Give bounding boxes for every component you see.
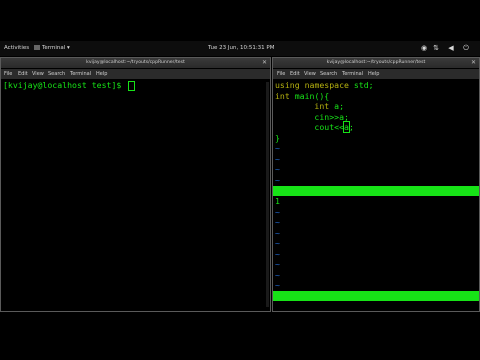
menu-bar: File Edit View Search Terminal Help — [273, 69, 479, 79]
close-icon[interactable]: ✕ — [262, 58, 267, 68]
close-icon[interactable]: ✕ — [471, 58, 476, 68]
code-line: cin>>a; — [275, 111, 349, 122]
top-bar: Activities Terminal ▾ Tue 23 Jun, 10:51:… — [0, 41, 480, 56]
activities-button[interactable]: Activities — [4, 45, 29, 51]
menu-file[interactable]: File — [4, 71, 12, 77]
keyword: using — [275, 80, 300, 90]
menu-view[interactable]: View — [32, 71, 44, 77]
window-titlebar[interactable]: kvijay@localhost:~/tryouts/cppRunner/tes… — [1, 58, 270, 68]
menu-search[interactable]: Search — [320, 71, 337, 77]
window-titlebar[interactable]: kvijay@localhost:~/tryouts/cppRunner/tes… — [273, 58, 479, 68]
code-line: using namespace std; — [275, 80, 374, 91]
window-title: kvijay@localhost:~/tryouts/cppRunner/tes… — [326, 60, 426, 65]
power-icon[interactable]: ⏻ — [462, 44, 470, 52]
prompt-line: [kvijay@localhost test]$ — [3, 80, 136, 91]
menu-search[interactable]: Search — [48, 71, 65, 77]
scrollbar[interactable] — [266, 82, 269, 307]
keyword: int — [275, 101, 330, 111]
empty-line-marker: ~ — [275, 174, 280, 185]
empty-line-marker: ~ — [275, 227, 280, 238]
terminal-app-icon — [34, 45, 40, 50]
menu-terminal[interactable]: Terminal — [342, 71, 363, 77]
network-icon[interactable]: ⇅ — [432, 44, 440, 52]
app-menu-label: Terminal — [42, 45, 66, 51]
empty-line-marker: ~ — [275, 238, 280, 248]
menu-bar: File Edit View Search Terminal Help — [1, 69, 270, 79]
status-filename: temp.cpp — [275, 196, 314, 205]
vim-status-line-top: temp.cpp 6,8-15 Bot — [273, 186, 479, 225]
code-line: int a; — [275, 101, 344, 112]
menu-edit[interactable]: Edit — [18, 71, 28, 77]
status-position: 1,1 — [380, 311, 395, 320]
window-title: kvijay@localhost:~/tryouts/cppRunner/tes… — [86, 60, 185, 65]
code-line: 1 — [275, 196, 280, 206]
right-terminal-window[interactable]: kvijay@localhost:~/tryouts/cppRunner/tes… — [272, 57, 480, 330]
code-text: cout<< — [275, 122, 345, 132]
clock[interactable]: Tue 23 Jun, 10:51:31 PM — [208, 45, 275, 51]
code-line: } — [275, 132, 280, 143]
terminal-area[interactable]: [kvijay@localhost test]$ — [1, 79, 270, 311]
menu-help[interactable]: Help — [368, 71, 379, 77]
status-scroll: Bot — [458, 216, 473, 225]
empty-line-marker: ~ — [275, 217, 280, 227]
chevron-down-icon: ▾ — [67, 45, 70, 51]
menu-view[interactable]: View — [304, 71, 316, 77]
empty-line-marker: ~ — [275, 164, 280, 174]
accessibility-icon[interactable]: ◉ — [420, 44, 428, 52]
menu-file[interactable]: File — [277, 71, 285, 77]
volume-icon[interactable]: ◀ — [447, 44, 455, 52]
empty-line-marker: ~ — [275, 153, 280, 164]
code-text: ; — [348, 122, 354, 132]
status-scroll: All — [458, 321, 473, 330]
menu-help[interactable]: Help — [96, 71, 107, 77]
code-text: a; — [329, 101, 345, 111]
empty-line-marker: ~ — [275, 143, 280, 153]
code-line: int main(){ — [275, 91, 329, 102]
keyword: int — [275, 90, 290, 101]
empty-line-marker: ~ — [275, 248, 280, 259]
vim-status-line-bottom: input.txt 1,1 All — [273, 291, 479, 330]
status-filename: input.txt — [275, 301, 319, 310]
empty-line-marker: ~ — [275, 269, 280, 280]
empty-line-marker: ~ — [275, 280, 280, 290]
vim-editor[interactable]: using namespace std; int main(){ int a; … — [273, 79, 479, 330]
app-menu[interactable]: Terminal ▾ — [34, 45, 70, 51]
menu-edit[interactable]: Edit — [290, 71, 300, 77]
cursor — [128, 80, 136, 91]
left-terminal-window[interactable]: kvijay@localhost:~/tryouts/cppRunner/tes… — [0, 57, 271, 312]
empty-line-marker: ~ — [275, 206, 280, 217]
code-text: main(){ — [289, 90, 330, 101]
code-line: cout<<a; — [275, 121, 354, 133]
status-position: 6,8-15 — [380, 206, 409, 215]
empty-line-marker: ~ — [275, 259, 280, 269]
prompt: [kvijay@localhost test]$ — [3, 80, 127, 90]
menu-terminal[interactable]: Terminal — [70, 71, 91, 77]
keyword: namespace — [299, 80, 349, 90]
code-text: std; — [348, 80, 374, 90]
